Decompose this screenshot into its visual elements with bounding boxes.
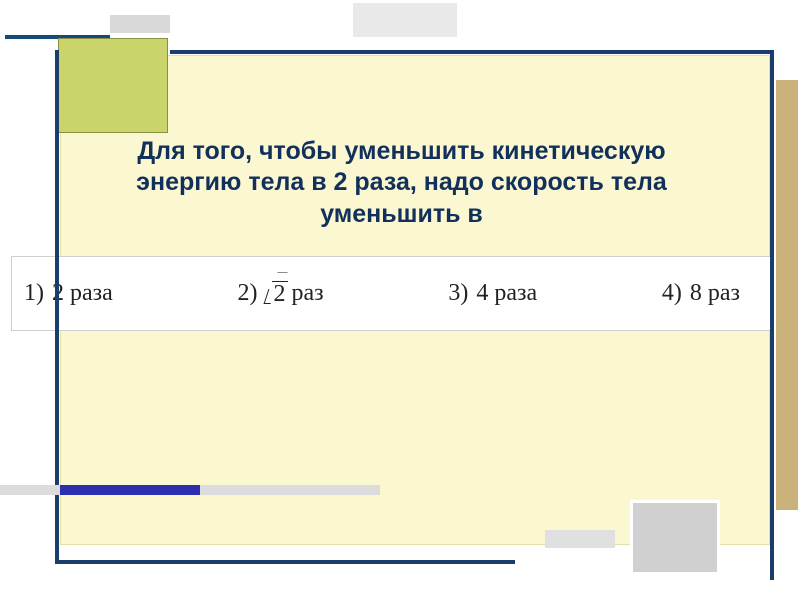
- frame-left: [55, 50, 59, 560]
- decor-olive-square: [58, 38, 168, 133]
- answer-option-4: 4) 8 раз: [662, 280, 740, 307]
- decor-grey-small: [110, 15, 170, 33]
- slide-stage: Для того, чтобы уменьшить кинетическую э…: [0, 0, 800, 600]
- sqrt-overbar: —: [278, 267, 288, 278]
- decor-bottom-grey-box: [630, 500, 720, 575]
- answer-3-prefix: 3): [448, 280, 468, 307]
- decor-bottom-strip-blue: [60, 485, 200, 495]
- question-line-1: Для того, чтобы уменьшить кинетическую: [137, 137, 665, 165]
- decor-bottom-grey-small: [545, 530, 615, 548]
- answer-2-prefix: 2): [238, 280, 258, 307]
- answer-option-3: 3) 4 раза: [448, 280, 537, 307]
- answer-option-1: 1) 2 раза: [24, 280, 113, 307]
- question-text: Для того, чтобы уменьшить кинетическую э…: [39, 136, 764, 230]
- answer-1-prefix: 1): [24, 280, 44, 307]
- answer-1-text: 2 раза: [52, 280, 113, 307]
- answer-3-text: 4 раза: [476, 280, 537, 307]
- answer-strip: 1) 2 раза 2) — 2 раз 3) 4 раза 4) 8 раз: [11, 256, 771, 331]
- decor-grey-box-top: [350, 0, 460, 40]
- question-line-2: энергию тела в 2 раза, надо скорость тел…: [136, 168, 667, 196]
- answer-option-2: 2) — 2 раз: [238, 280, 324, 307]
- frame-top-right: [170, 50, 770, 54]
- frame-bottom: [55, 560, 515, 564]
- sqrt-base: 2: [272, 281, 288, 306]
- frame-right: [770, 50, 774, 580]
- decor-right-tan: [776, 80, 798, 510]
- answer-4-text: 8 раз: [690, 280, 740, 307]
- answer-4-prefix: 4): [662, 280, 682, 307]
- answer-2-suffix: раз: [292, 280, 324, 307]
- question-line-3: уменьшить в: [320, 200, 483, 228]
- sqrt-icon: — 2: [266, 281, 288, 306]
